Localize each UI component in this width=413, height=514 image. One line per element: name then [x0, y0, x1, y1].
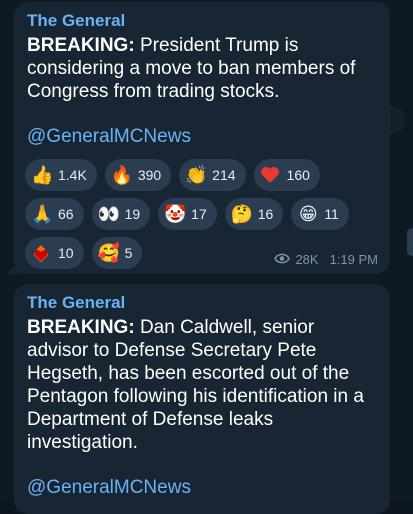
reaction-heart-on-fire[interactable]: 10: [25, 237, 84, 269]
reaction-clapping[interactable]: 👏 214: [179, 159, 246, 191]
reaction-fire[interactable]: 🔥 390: [104, 159, 172, 191]
reaction-count: 1.4K: [58, 167, 87, 183]
channel-link[interactable]: @GeneralMCNews: [27, 125, 377, 148]
message-meta: 28K 1:19 PM: [274, 252, 378, 267]
scroll-indicator[interactable]: [407, 228, 413, 256]
reaction-grinning[interactable]: 😁 11: [291, 198, 349, 230]
reaction-count: 16: [257, 206, 274, 222]
thumbs-up-icon: 👍: [31, 165, 54, 185]
reaction-count: 5: [124, 245, 133, 261]
reaction-clown[interactable]: 🤡 17: [158, 198, 217, 230]
view-count: 28K: [295, 252, 319, 267]
reaction-count: 214: [212, 167, 236, 183]
eyes-icon: 👀: [97, 204, 120, 224]
reactions-row: 👍 1.4K 🔥 390 👏 214 160: [25, 159, 375, 191]
reactions-row: 🙏 66 👀 19 🤡 17 🤔 16 😁 11: [25, 198, 375, 230]
reaction-count: 160: [286, 167, 310, 183]
sender-name[interactable]: The General: [27, 10, 377, 32]
reaction-count: 390: [137, 167, 162, 183]
reaction-praying-hands[interactable]: 🙏 66: [25, 198, 84, 230]
reaction-thinking[interactable]: 🤔 16: [224, 198, 284, 230]
reaction-heart[interactable]: 160: [253, 159, 320, 191]
smiling-hearts-face-icon: 🥰: [97, 243, 120, 263]
reaction-smiling-hearts[interactable]: 🥰 5: [91, 237, 143, 269]
reaction-thumbs-up[interactable]: 👍 1.4K: [25, 159, 97, 191]
fire-icon: 🔥: [110, 165, 134, 185]
grinning-face-icon: 😁: [298, 204, 318, 224]
reaction-count: 19: [124, 206, 141, 222]
breaking-label: BREAKING:: [27, 35, 135, 56]
sender-name[interactable]: The General: [27, 292, 377, 314]
reaction-count: 17: [191, 206, 207, 222]
message-text: BREAKING: President Trump is considering…: [27, 34, 377, 103]
eye-icon: [274, 252, 291, 267]
clown-face-icon: 🤡: [164, 204, 187, 224]
breaking-label: BREAKING:: [27, 317, 135, 338]
thinking-face-icon: 🤔: [230, 204, 254, 224]
message-bubble[interactable]: The General BREAKING: President Trump is…: [7, 2, 390, 274]
message-bubble[interactable]: The General BREAKING: Dan Caldwell, seni…: [14, 284, 390, 514]
heart-icon: [260, 166, 282, 184]
reaction-count: 11: [324, 206, 339, 222]
heart-on-fire-icon: [31, 243, 53, 263]
reaction-eyes[interactable]: 👀 19: [91, 198, 151, 230]
clapping-hands-icon: 👏: [185, 165, 208, 185]
reaction-count: 66: [58, 206, 74, 222]
message-time: 1:19 PM: [329, 252, 378, 267]
channel-link[interactable]: @GeneralMCNews: [27, 476, 377, 499]
praying-hands-icon: 🙏: [31, 204, 54, 224]
message-text: BREAKING: Dan Caldwell, senior advisor t…: [27, 316, 377, 454]
reaction-count: 10: [58, 245, 74, 261]
